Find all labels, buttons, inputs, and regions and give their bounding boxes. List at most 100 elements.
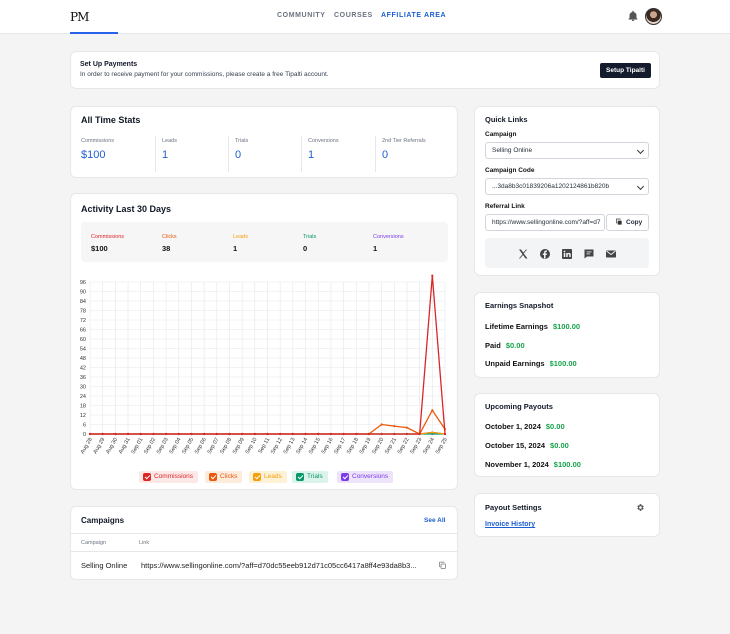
stat-value: 0	[382, 149, 389, 161]
data-point	[304, 432, 307, 436]
stat-label: Leads	[162, 138, 177, 144]
y-tick-label: 90	[80, 290, 86, 296]
quick-links-title: Quick Links	[485, 115, 528, 124]
checkbox-icon	[209, 473, 217, 481]
divider	[155, 136, 156, 172]
email-icon[interactable]	[605, 248, 617, 260]
data-point	[101, 432, 104, 436]
invoice-history-link[interactable]: Invoice History	[485, 521, 535, 528]
copy-label: Copy	[626, 219, 643, 226]
y-tick-label: 78	[80, 309, 86, 315]
y-tick-label: 96	[80, 280, 86, 286]
referral-link-label: Referral Link	[485, 203, 525, 210]
payout-row: November 1, 2024 $100.00	[485, 460, 581, 469]
checkbox-icon	[341, 473, 349, 481]
copy-icon[interactable]	[438, 561, 447, 570]
data-point	[431, 274, 434, 277]
bell-icon[interactable]	[627, 10, 639, 22]
data-point	[126, 432, 130, 436]
campaign-code-select[interactable]: ...3da8b3c01839206a1202124861b820b	[485, 178, 649, 195]
payout-date: November 1, 2024	[485, 460, 549, 469]
data-point	[228, 432, 231, 436]
paid-row: Paid $0.00	[485, 341, 525, 350]
data-point	[177, 432, 180, 436]
sms-icon[interactable]	[583, 248, 595, 260]
user-avatar[interactable]	[645, 8, 662, 25]
payout-settings-title: Payout Settings	[485, 503, 542, 512]
y-tick-label: 84	[80, 299, 86, 305]
summary-value: 0	[303, 244, 308, 253]
stat-label: Commissions	[81, 138, 115, 144]
data-point	[431, 431, 434, 434]
campaigns-title: Campaigns	[81, 516, 125, 525]
divider	[375, 136, 376, 172]
earnings-value: $100.00	[552, 322, 581, 331]
data-point	[393, 432, 396, 436]
stat-label: Conversions	[308, 138, 339, 144]
nav-community[interactable]: COMMUNITY	[277, 12, 326, 19]
y-tick-label: 24	[80, 394, 86, 400]
y-tick-label: 30	[80, 385, 86, 391]
legend-label: Trials	[307, 473, 323, 480]
stat-value: 0	[235, 149, 242, 161]
stat-label: 2nd Tier Referrals	[382, 138, 426, 144]
data-point	[431, 409, 434, 412]
legend-leads[interactable]: Leads	[249, 471, 287, 483]
data-point	[291, 432, 294, 436]
see-all-link[interactable]: See All	[424, 517, 445, 524]
summary-value: 38	[162, 244, 171, 253]
legend-conversions[interactable]: Conversions	[337, 471, 394, 483]
x-icon[interactable]	[517, 248, 529, 260]
legend-label: Commissions	[154, 473, 194, 480]
data-point	[164, 432, 168, 436]
unpaid-earnings-row: Unpaid Earnings $100.00	[485, 359, 577, 368]
column-campaign: Campaign	[81, 540, 107, 546]
data-point	[215, 432, 218, 436]
earnings-value: $100.00	[549, 359, 577, 368]
checkbox-icon	[253, 473, 261, 481]
divider	[71, 533, 457, 534]
stat-value: 1	[308, 149, 315, 161]
copy-button[interactable]: Copy	[606, 214, 649, 231]
y-tick-label: 18	[80, 404, 86, 410]
summary-value: 1	[373, 244, 378, 253]
setup-tipalti-button[interactable]: Setup Tipalti	[600, 63, 651, 78]
data-point	[367, 432, 371, 436]
y-tick-label: 0	[83, 432, 86, 438]
campaign-select-value: Selling Online	[492, 147, 533, 154]
column-link: Link	[139, 540, 150, 546]
facebook-icon[interactable]	[539, 248, 551, 260]
data-point	[405, 426, 409, 429]
nav-courses[interactable]: COURSES	[334, 12, 373, 19]
campaign-select[interactable]: Selling Online	[485, 142, 649, 159]
stat-conversions: Conversions 1	[308, 138, 384, 172]
linkedin-icon[interactable]	[561, 248, 573, 260]
nav-affiliate-area[interactable]: AFFILIATE AREA	[381, 12, 446, 19]
summary-value: 1	[233, 244, 238, 253]
payout-settings-card: Payout Settings Invoice History	[474, 493, 660, 537]
campaigns-card: Campaigns See All Campaign Link Selling …	[70, 506, 458, 580]
data-point	[329, 432, 332, 436]
data-point	[355, 432, 358, 436]
chevron-down-icon	[636, 146, 645, 155]
legend-label: Leads	[264, 473, 282, 480]
y-tick-label: 48	[80, 356, 86, 362]
data-point	[203, 432, 206, 436]
chevron-down-icon	[636, 182, 645, 191]
legend-clicks[interactable]: Clicks	[205, 471, 243, 483]
activity-title: Activity Last 30 Days	[81, 204, 172, 214]
campaign-link-cell[interactable]: https://www.sellingonline.com/?aff=d70dc…	[141, 561, 433, 570]
stat-value: $100	[81, 149, 106, 161]
referral-link-input[interactable]: https://www.sellingonline.com/?aff=d7	[485, 214, 605, 231]
legend-commissions[interactable]: Commissions	[139, 471, 199, 483]
payout-date: October 15, 2024	[485, 441, 546, 450]
checkbox-icon	[143, 473, 151, 481]
y-tick-label: 60	[80, 337, 86, 343]
site-logo[interactable]: PM	[70, 10, 89, 24]
gear-icon[interactable]	[636, 503, 645, 512]
tab-underline	[70, 32, 118, 34]
legend-trials[interactable]: Trials	[292, 471, 328, 483]
summary-value: $100	[91, 244, 108, 253]
stat-label: Trials	[235, 138, 249, 144]
data-point	[393, 424, 396, 428]
